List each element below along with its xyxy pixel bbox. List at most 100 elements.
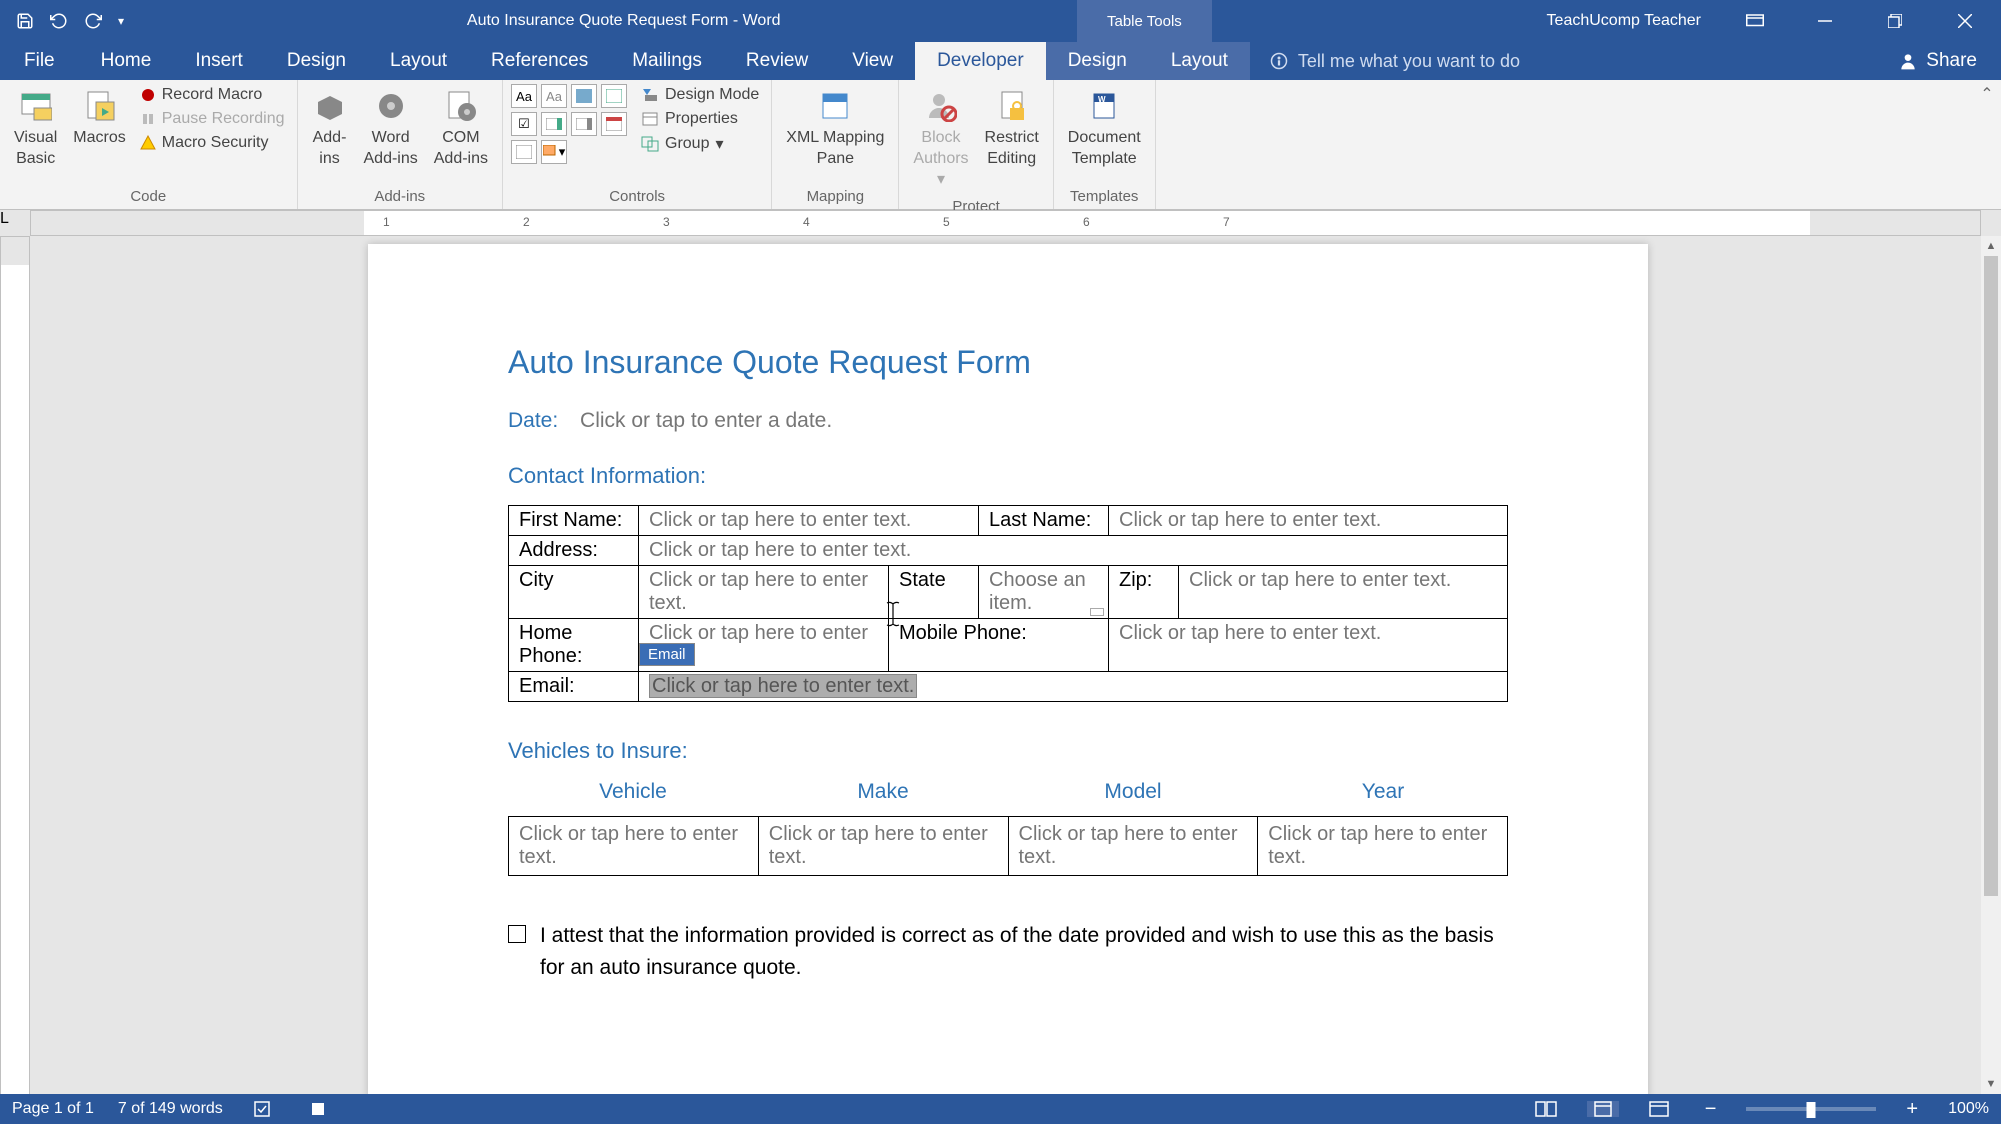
com-addins-button[interactable]: COM Add-ins	[428, 84, 494, 174]
xml-mapping-pane-button[interactable]: XML Mapping Pane	[780, 84, 890, 174]
date-picker-control-button[interactable]	[601, 112, 627, 136]
plain-text-control-button[interactable]: Aa	[541, 84, 567, 108]
tab-design[interactable]: Design	[265, 42, 368, 80]
document-viewport[interactable]: Auto Insurance Quote Request Form Date: …	[30, 236, 2001, 1098]
field-last-name[interactable]: Click or tap here to enter text.	[1119, 509, 1381, 531]
web-layout-button[interactable]	[1643, 1101, 1675, 1117]
scroll-down-button[interactable]: ▼	[1981, 1074, 2001, 1094]
col-year: Year	[1258, 780, 1508, 804]
field-zip[interactable]: Click or tap here to enter text.	[1189, 569, 1451, 591]
table-tools-context-label: Table Tools	[1077, 0, 1212, 42]
field-first-name[interactable]: Click or tap here to enter text.	[649, 509, 911, 531]
ruler-horizontal[interactable]: L 1 2 3 4 5 6 7	[0, 210, 2001, 236]
save-button[interactable]	[10, 6, 40, 36]
field-home-phone[interactable]: Click or tap here to enter	[649, 622, 868, 644]
record-macro-button[interactable]: Record Macro	[136, 84, 289, 106]
tab-view[interactable]: View	[830, 42, 915, 80]
group-label-controls: Controls	[511, 184, 763, 209]
label-last-name: Last Name:	[989, 509, 1091, 531]
field-model[interactable]: Click or tap here to enter text.	[1019, 823, 1238, 868]
date-field[interactable]: Click or tap to enter a date.	[580, 409, 832, 432]
restrict-editing-button[interactable]: Restrict Editing	[979, 84, 1045, 174]
field-state[interactable]: Choose an item.	[989, 569, 1086, 614]
pause-recording-button: Pause Recording	[136, 108, 289, 130]
tab-table-design[interactable]: Design	[1046, 42, 1149, 80]
field-city[interactable]: Click or tap here to enter text.	[649, 569, 868, 614]
ribbon-tabs: File Home Insert Design Layout Reference…	[0, 42, 2001, 80]
field-email[interactable]: Click or tap here to enter text.	[649, 674, 917, 698]
field-mobile-phone[interactable]: Click or tap here to enter text.	[1119, 622, 1381, 644]
tell-me-search[interactable]: Tell me what you want to do	[1250, 42, 1874, 80]
zoom-out-button[interactable]: −	[1699, 1098, 1723, 1121]
tab-developer[interactable]: Developer	[915, 42, 1046, 80]
collapse-ribbon-button[interactable]: ⌃	[1973, 80, 2001, 209]
status-page[interactable]: Page 1 of 1	[12, 1100, 94, 1118]
undo-button[interactable]	[44, 6, 74, 36]
tab-references[interactable]: References	[469, 42, 610, 80]
checkbox-control-button[interactable]: ☑	[511, 112, 537, 136]
label-city: City	[519, 569, 553, 591]
attest-checkbox[interactable]	[508, 925, 526, 943]
share-button[interactable]: Share	[1874, 42, 2001, 80]
label-email: Email:	[519, 675, 575, 697]
scroll-up-button[interactable]: ▲	[1981, 236, 2001, 256]
content-control-tag[interactable]: Email	[639, 643, 695, 666]
word-addins-button[interactable]: Word Add-ins	[358, 84, 424, 174]
zoom-level[interactable]: 100%	[1948, 1100, 1989, 1118]
user-name[interactable]: TeachUcomp Teacher	[1547, 12, 1701, 30]
block-authors-button[interactable]: Block Authors ▾	[907, 84, 974, 194]
label-first-name: First Name:	[519, 509, 622, 531]
scrollbar-vertical[interactable]: ▲ ▼	[1981, 236, 2001, 1094]
qat-customize-button[interactable]: ▾	[112, 6, 130, 36]
group-label-templates: Templates	[1062, 184, 1147, 209]
field-year[interactable]: Click or tap here to enter text.	[1268, 823, 1487, 868]
rich-text-control-button[interactable]: Aa	[511, 84, 537, 108]
repeating-section-control-button[interactable]	[511, 140, 537, 164]
maximize-button[interactable]	[1865, 0, 1925, 42]
ribbon-display-options-button[interactable]	[1725, 0, 1785, 42]
label-address: Address:	[519, 539, 598, 561]
minimize-button[interactable]	[1795, 0, 1855, 42]
contact-heading: Contact Information:	[508, 463, 1508, 489]
group-label-mapping: Mapping	[780, 184, 890, 209]
macro-recording-status-button[interactable]	[303, 1100, 333, 1118]
date-label: Date:	[508, 409, 558, 432]
redo-button[interactable]	[78, 6, 108, 36]
field-vehicle[interactable]: Click or tap here to enter text.	[519, 823, 738, 868]
combo-box-control-button[interactable]	[541, 112, 567, 136]
macros-button[interactable]: Macros	[67, 84, 131, 153]
read-mode-button[interactable]	[1529, 1101, 1563, 1117]
group-button[interactable]: Group ▾	[637, 132, 763, 156]
zoom-slider[interactable]	[1746, 1107, 1876, 1111]
close-button[interactable]	[1935, 0, 1995, 42]
tab-home[interactable]: Home	[79, 42, 174, 80]
tab-layout[interactable]: Layout	[368, 42, 469, 80]
building-block-control-button[interactable]	[601, 84, 627, 108]
macro-security-button[interactable]: Macro Security	[136, 132, 289, 154]
document-template-button[interactable]: WDocument Template	[1062, 84, 1147, 174]
spelling-button[interactable]	[247, 1100, 279, 1118]
ribbon: Visual Basic Macros Record Macro Pause R…	[0, 80, 2001, 210]
tab-table-layout[interactable]: Layout	[1149, 42, 1250, 80]
properties-button[interactable]: Properties	[637, 108, 763, 130]
addins-button[interactable]: Add- ins	[306, 84, 354, 174]
picture-control-button[interactable]	[571, 84, 597, 108]
status-words[interactable]: 7 of 149 words	[118, 1100, 223, 1118]
dropdown-control-button[interactable]	[571, 112, 597, 136]
print-layout-button[interactable]	[1587, 1101, 1619, 1117]
tab-insert[interactable]: Insert	[173, 42, 265, 80]
zoom-in-button[interactable]: +	[1900, 1098, 1924, 1121]
ruler-corner: L	[0, 210, 30, 236]
field-address[interactable]: Click or tap here to enter text.	[649, 539, 911, 561]
ruler-vertical[interactable]	[0, 236, 30, 1098]
scroll-thumb[interactable]	[1984, 256, 1998, 896]
visual-basic-button[interactable]: Visual Basic	[8, 84, 63, 174]
field-make[interactable]: Click or tap here to enter text.	[769, 823, 988, 868]
tab-file[interactable]: File	[0, 42, 79, 80]
attest-text: I attest that the information provided i…	[540, 920, 1508, 983]
legacy-tools-button[interactable]: ▾	[541, 140, 567, 164]
design-mode-button[interactable]: Design Mode	[637, 84, 763, 106]
tab-review[interactable]: Review	[724, 42, 830, 80]
quick-access-toolbar: ▾	[0, 6, 140, 36]
tab-mailings[interactable]: Mailings	[610, 42, 724, 80]
